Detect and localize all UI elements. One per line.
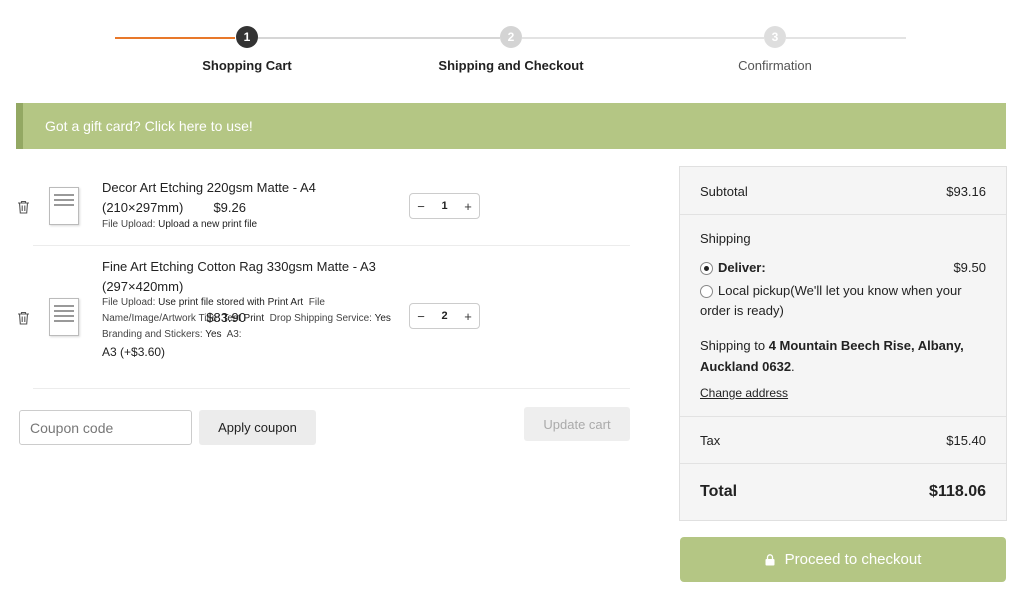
step-progress-line (786, 37, 906, 39)
product-thumbnail (49, 298, 79, 336)
item-divider (33, 245, 630, 246)
local-pickup-label[interactable]: Local pickup(We'll let you know when you… (700, 281, 990, 321)
lock-icon (765, 553, 775, 565)
subtotal-value: $93.16 (946, 184, 986, 199)
deliver-radio[interactable] (700, 262, 713, 275)
product-size: (210×297mm) (102, 200, 184, 215)
deliver-price: $9.50 (953, 260, 986, 275)
checkout-progress-stepper: 1 2 3 Shopping Cart Shipping and Checkou… (0, 0, 1024, 90)
summary-divider (680, 463, 1006, 464)
step-2-indicator: 2 (500, 26, 522, 48)
quantity-stepper: − 1 + (409, 193, 480, 219)
step-1-label: Shopping Cart (202, 58, 292, 73)
tax-row: Tax $15.40 (700, 433, 986, 448)
product-title[interactable]: Decor Art Etching 220gsm Matte - A4 (210… (102, 178, 402, 218)
shipping-heading: Shipping (700, 231, 751, 246)
meta-label: File Upload: (102, 297, 156, 308)
meta-value: Use print file stored with Print Art (158, 297, 304, 308)
product-meta: File Upload: Upload a new print file (102, 217, 402, 233)
product-title[interactable]: Fine Art Etching Cotton Rag 330gsm Matte… (102, 257, 402, 297)
cart-item: Decor Art Etching 220gsm Matte - A4 (210… (0, 168, 640, 244)
meta-value: A3 (+$3.60) (102, 345, 166, 359)
quantity-stepper: − 2 + (409, 303, 480, 329)
apply-coupon-button[interactable]: Apply coupon (199, 410, 316, 445)
coupon-code-input[interactable] (19, 410, 192, 445)
product-thumbnail (49, 187, 79, 225)
meta-value: Upload a new print file (158, 219, 258, 230)
product-meta: File Upload: Use print file stored with … (102, 295, 397, 360)
subtotal-label: Subtotal (700, 184, 748, 199)
step-progress-line (258, 37, 500, 39)
order-summary-panel: Subtotal $93.16 Shipping Deliver: $9.50 … (679, 166, 1007, 521)
subtotal-row: Subtotal $93.16 (700, 184, 986, 199)
gift-card-banner[interactable]: Got a gift card? Click here to use! (16, 103, 1006, 149)
update-cart-button[interactable]: Update cart (524, 407, 630, 441)
meta-label: File Upload: (102, 219, 156, 230)
step-1-indicator: 1 (236, 26, 258, 48)
gift-card-link[interactable]: Got a gift card? Click here to use! (45, 118, 253, 134)
product-title-line: Fine Art Etching Cotton Rag 330gsm Matte… (102, 259, 376, 274)
shipping-destination: Shipping to 4 Mountain Beech Rise, Alban… (700, 338, 964, 374)
line-price: $83.90 (206, 310, 246, 325)
meta-label: Drop Shipping Service: (269, 313, 372, 324)
checkout-label: Proceed to checkout (784, 551, 922, 568)
step-2-label: Shipping and Checkout (438, 58, 584, 73)
quantity-value[interactable]: 2 (441, 310, 447, 322)
cart-item: Fine Art Etching Cotton Rag 330gsm Matte… (0, 248, 640, 386)
item-divider (33, 388, 630, 389)
meta-label: A3: (226, 329, 242, 340)
tax-label: Tax (700, 433, 721, 448)
product-title-line: Decor Art Etching 220gsm Matte - A4 (102, 180, 316, 195)
total-value: $118.06 (929, 483, 986, 500)
line-price: $9.26 (213, 200, 246, 215)
product-size: (297×420mm) (102, 279, 184, 294)
decrement-button[interactable]: − (410, 199, 432, 214)
trash-icon[interactable] (17, 311, 30, 325)
deliver-option-label[interactable]: Deliver: (718, 258, 766, 278)
total-label: Total (700, 483, 738, 500)
trash-icon[interactable] (17, 200, 30, 214)
summary-divider (680, 214, 1006, 215)
decrement-button[interactable]: − (410, 309, 432, 324)
step-3-label: Confirmation (738, 58, 812, 73)
increment-button[interactable]: + (457, 199, 479, 214)
step-progress-line (522, 37, 764, 39)
proceed-to-checkout-button[interactable]: Proceed to checkout (680, 537, 1006, 582)
shipping-to-prefix: Shipping to (700, 338, 766, 353)
tax-value: $15.40 (946, 433, 986, 448)
summary-divider (680, 416, 1006, 417)
step-progress-line-active (115, 37, 235, 39)
meta-value: Yes (374, 313, 391, 324)
meta-label: Branding and Stickers: (102, 329, 203, 340)
meta-value: Yes (205, 329, 222, 340)
step-3-indicator: 3 (764, 26, 786, 48)
quantity-value[interactable]: 1 (441, 200, 447, 212)
change-address-link[interactable]: Change address (700, 386, 788, 400)
total-row: Total $118.06 (700, 483, 986, 501)
increment-button[interactable]: + (457, 309, 479, 324)
